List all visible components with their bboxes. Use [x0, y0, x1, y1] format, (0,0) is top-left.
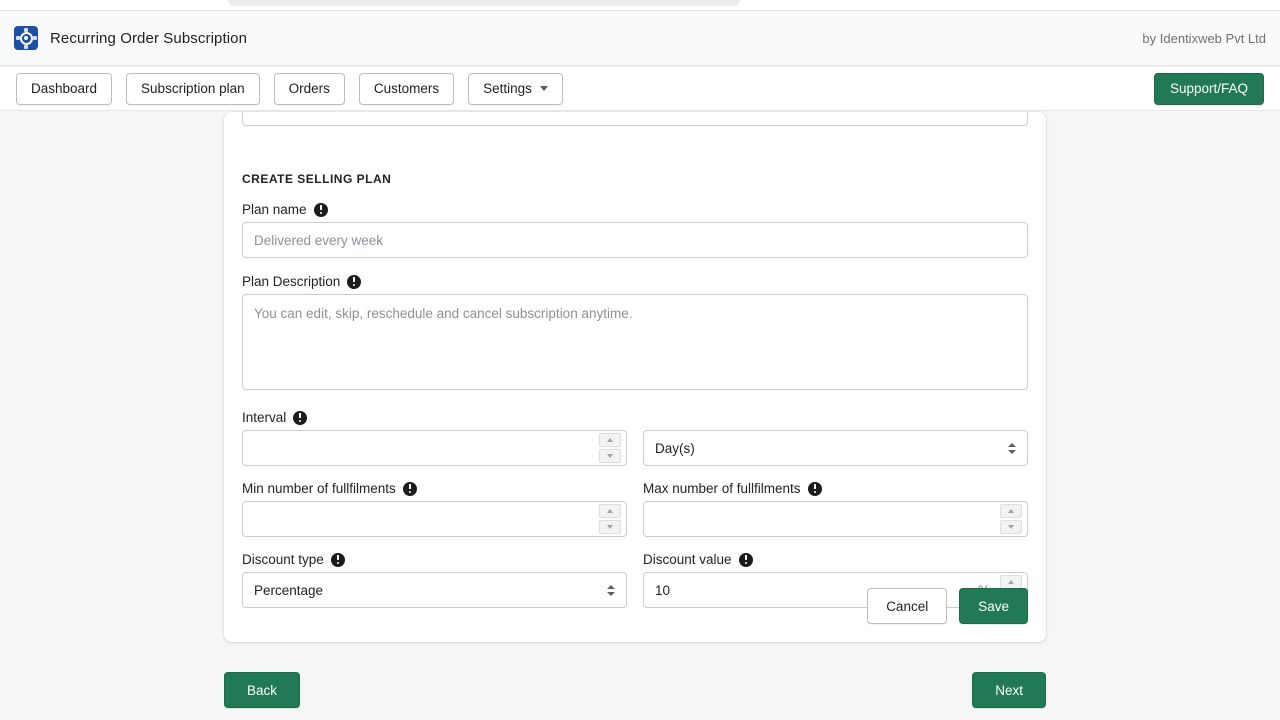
- app-byline: by Identixweb Pvt Ltd: [1142, 31, 1266, 46]
- nav-orders[interactable]: Orders: [274, 73, 345, 105]
- next-label: Next: [995, 683, 1023, 698]
- min-fullfilments-label: Min number of fullfilments: [242, 481, 396, 496]
- plan-name-field: Plan name: [242, 202, 1028, 258]
- nav-settings-label: Settings: [483, 81, 532, 96]
- info-icon[interactable]: [739, 553, 753, 567]
- chevron-down-icon: [540, 86, 548, 91]
- next-button[interactable]: Next: [972, 672, 1046, 708]
- nav-subscription-plan[interactable]: Subscription plan: [126, 73, 260, 105]
- max-fullfilments-stepper-up[interactable]: [1000, 504, 1022, 518]
- app-title: Recurring Order Subscription: [50, 30, 247, 47]
- info-icon[interactable]: [347, 275, 361, 289]
- footer-nav: Back Next: [224, 673, 1046, 707]
- discount-type-label-row: Discount type: [242, 552, 627, 567]
- max-fullfilments-wrap: [643, 501, 1028, 537]
- max-fullfilments-field: Max number of fullfilments: [643, 481, 1028, 537]
- discount-value-stepper-up[interactable]: [1000, 575, 1022, 589]
- discount-type-label: Discount type: [242, 552, 324, 567]
- support-faq-button[interactable]: Support/FAQ: [1154, 73, 1264, 105]
- plan-description-field: Plan Description: [242, 274, 1028, 395]
- nav-subscription-plan-label: Subscription plan: [141, 81, 245, 96]
- top-overlay-pill: [228, 0, 740, 6]
- interval-label-row: Interval: [242, 410, 627, 425]
- app-grid-icon: [14, 26, 38, 50]
- plan-description-textarea[interactable]: [242, 294, 1028, 390]
- discount-type-select[interactable]: PercentageFixed amountPrice: [242, 572, 627, 608]
- max-fullfilments-input[interactable]: [643, 501, 1028, 537]
- nav-bar: Dashboard Subscription plan Orders Custo…: [0, 67, 1280, 111]
- min-fullfilments-wrap: [242, 501, 627, 537]
- back-button[interactable]: Back: [224, 672, 300, 708]
- top-sliver: [0, 0, 1280, 10]
- partial-field-above[interactable]: [242, 112, 1028, 126]
- back-label: Back: [247, 683, 277, 698]
- cancel-label: Cancel: [886, 599, 928, 614]
- nav-dashboard-label: Dashboard: [31, 81, 97, 96]
- interval-row: Interval Day(s)Week(s)Month(s)Year(s): [242, 410, 1028, 466]
- info-icon[interactable]: [314, 203, 328, 217]
- info-icon[interactable]: [293, 411, 307, 425]
- cancel-button[interactable]: Cancel: [867, 588, 947, 624]
- interval-stepper-down[interactable]: [599, 449, 621, 463]
- nav-customers[interactable]: Customers: [359, 73, 454, 105]
- app-header: Recurring Order Subscription by Identixw…: [0, 10, 1280, 66]
- selling-plan-card: CREATE SELLING PLAN Plan name Plan Descr…: [224, 112, 1046, 642]
- discount-type-select-wrap: PercentageFixed amountPrice: [242, 572, 627, 608]
- plan-description-label: Plan Description: [242, 274, 340, 289]
- save-button[interactable]: Save: [959, 588, 1028, 624]
- interval-label: Interval: [242, 410, 286, 425]
- support-faq-label: Support/FAQ: [1170, 81, 1248, 96]
- nav-orders-label: Orders: [289, 81, 330, 96]
- section-title: CREATE SELLING PLAN: [242, 172, 391, 186]
- nav-customers-label: Customers: [374, 81, 439, 96]
- min-fullfilments-input[interactable]: [242, 501, 627, 537]
- plan-description-label-row: Plan Description: [242, 274, 1028, 289]
- min-fullfilments-field: Min number of fullfilments: [242, 481, 627, 537]
- discount-type-field: Discount type PercentageFixed amountPric…: [242, 552, 627, 608]
- min-fullfilments-stepper: [599, 504, 621, 534]
- interval-stepper: [599, 433, 621, 463]
- fullfilments-row: Min number of fullfilments Max number of…: [242, 481, 1028, 537]
- interval-field: Interval: [242, 410, 627, 466]
- nav-settings[interactable]: Settings: [468, 73, 563, 105]
- info-icon[interactable]: [331, 553, 345, 567]
- card-actions: Cancel Save: [867, 588, 1028, 624]
- max-fullfilments-label: Max number of fullfilments: [643, 481, 801, 496]
- discount-value-label-row: Discount value: [643, 552, 1028, 567]
- max-fullfilments-label-row: Max number of fullfilments: [643, 481, 1028, 496]
- nav-dashboard[interactable]: Dashboard: [16, 73, 112, 105]
- interval-unit-field: Day(s)Week(s)Month(s)Year(s): [643, 410, 1028, 466]
- min-fullfilments-label-row: Min number of fullfilments: [242, 481, 627, 496]
- interval-input[interactable]: [242, 430, 627, 466]
- discount-value-label: Discount value: [643, 552, 732, 567]
- save-label: Save: [978, 599, 1009, 614]
- min-fullfilments-stepper-down[interactable]: [599, 520, 621, 534]
- plan-name-label-row: Plan name: [242, 202, 1028, 217]
- min-fullfilments-stepper-up[interactable]: [599, 504, 621, 518]
- interval-number-wrap: [242, 430, 627, 466]
- max-fullfilments-stepper-down[interactable]: [1000, 520, 1022, 534]
- info-icon[interactable]: [403, 482, 417, 496]
- info-icon[interactable]: [808, 482, 822, 496]
- plan-name-label: Plan name: [242, 202, 307, 217]
- interval-unit-select[interactable]: Day(s)Week(s)Month(s)Year(s): [643, 430, 1028, 466]
- plan-name-input[interactable]: [242, 222, 1028, 258]
- interval-unit-select-wrap: Day(s)Week(s)Month(s)Year(s): [643, 430, 1028, 466]
- max-fullfilments-stepper: [1000, 504, 1022, 534]
- interval-stepper-up[interactable]: [599, 433, 621, 447]
